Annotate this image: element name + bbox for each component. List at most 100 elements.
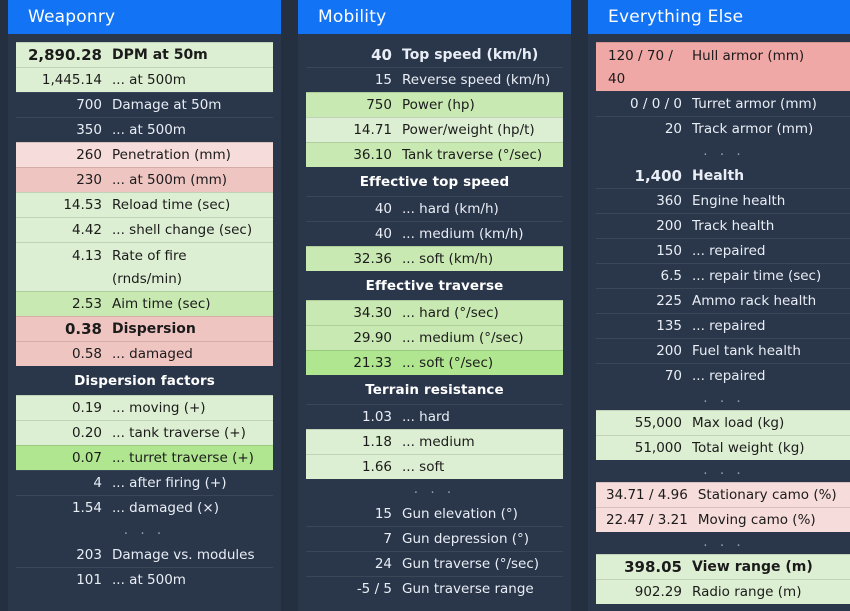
stat-row[interactable]: 902.29 Radio range (m) <box>596 579 850 604</box>
stat-row[interactable]: 2.53 Aim time (sec) <box>16 291 273 316</box>
stat-row[interactable]: -5 / 5 Gun traverse range <box>306 576 563 601</box>
stat-label: Aim time (sec) <box>112 296 211 312</box>
stat-row[interactable]: 398.05 View range (m) <box>596 554 850 579</box>
column-body: 40 Top speed (km/h) 15 Reverse speed (km/h)… <box>298 34 571 601</box>
stat-row[interactable]: 0 / 0 / 0 Turret armor (mm) <box>596 91 850 116</box>
stat-label: DPM at 50m <box>112 47 208 63</box>
column-body: 120 / 70 / 40 Hull armor (mm) 0 / 0 / 0 Tur… <box>588 34 850 604</box>
stat-label: ... hard (km/h) <box>402 201 499 217</box>
stat-row[interactable]: 29.90 ... medium (°/sec) <box>306 325 563 350</box>
stat-row[interactable]: 15 Gun elevation (°) <box>306 501 563 526</box>
stat-row[interactable]: 1.18 ... medium <box>306 429 563 454</box>
stat-value: 225 <box>656 293 682 309</box>
stat-value: 32.36 <box>353 251 392 267</box>
stat-value: 1.66 <box>361 459 392 475</box>
stat-row[interactable]: 15 Reverse speed (km/h) <box>306 67 563 92</box>
stat-row[interactable]: 36.10 Tank traverse (°/sec) <box>306 142 563 167</box>
stat-row[interactable]: 200 Fuel tank health <box>596 338 850 363</box>
stat-row[interactable]: 1.03 ... hard <box>306 404 563 429</box>
stat-row[interactable]: 2,890.28 DPM at 50m <box>16 42 273 67</box>
stat-label: Hull armor (mm) <box>692 48 805 64</box>
stat-row[interactable]: 4.42 ... shell change (sec) <box>16 217 273 242</box>
stat-row[interactable]: 6.5 ... repair time (sec) <box>596 263 850 288</box>
stat-row[interactable]: 260 Penetration (mm) <box>16 142 273 167</box>
stat-row[interactable]: 135 ... repaired <box>596 313 850 338</box>
stat-label: Reload time (sec) <box>112 197 231 213</box>
column-header-title[interactable]: Weaponry <box>8 0 281 34</box>
stat-row[interactable]: 34.30 ... hard (°/sec) <box>306 300 563 325</box>
stat-label: Stationary camo (%) <box>697 487 837 503</box>
stat-label: ... repaired <box>692 318 766 334</box>
stat-row[interactable]: 0.38 Dispersion <box>16 316 273 341</box>
stat-row[interactable]: 0.19 ... moving (+) <box>16 395 273 420</box>
stat-row[interactable]: 700 Damage at 50m <box>16 92 273 117</box>
stat-label: ... soft <box>402 459 445 475</box>
stat-row[interactable]: 360 Engine health <box>596 188 850 213</box>
stat-row[interactable]: 1,400 Health <box>596 163 850 188</box>
stat-row[interactable]: 150 ... repaired <box>596 238 850 263</box>
truncation-ellipsis: . . . <box>703 390 745 406</box>
stat-label-line-1: Rate of fire <box>112 248 187 264</box>
stat-value: 1.54 <box>71 500 102 516</box>
stat-label: Tank traverse (°/sec) <box>402 147 543 163</box>
column-header-title[interactable]: Everything Else <box>588 0 850 34</box>
stat-row[interactable]: 24 Gun traverse (°/sec) <box>306 551 563 576</box>
stat-label: ... hard (°/sec) <box>402 305 499 321</box>
stat-row[interactable]: 1,445.14 ... at 500m <box>16 67 273 92</box>
stat-label: ... at 500m <box>112 572 186 588</box>
stat-row[interactable]: 14.71 Power/weight (hp/t) <box>306 117 563 142</box>
stat-label: ... repaired <box>692 368 766 384</box>
stat-label: Health <box>692 167 745 184</box>
stat-value: 200 <box>656 343 682 359</box>
stat-value: 260 <box>76 147 102 163</box>
stat-row[interactable]: 1.66 ... soft <box>306 454 563 479</box>
stat-row[interactable]: 21.33 ... soft (°/sec) <box>306 350 563 375</box>
stat-value: 120 / 70 / 40 <box>608 48 673 87</box>
stat-row[interactable]: 0.20 ... tank traverse (+) <box>16 420 273 445</box>
section-heading: Effective traverse <box>365 278 504 294</box>
stat-row[interactable]: 225 Ammo rack health <box>596 288 850 313</box>
stat-row[interactable]: 34.71 / 4.96 Stationary camo (%) <box>596 482 850 507</box>
stat-row[interactable]: 55,000 Max load (kg) <box>596 410 850 435</box>
stat-row[interactable]: 40 ... medium (km/h) <box>306 221 563 246</box>
stat-label: ... medium (km/h) <box>402 226 524 242</box>
stat-row[interactable]: 230 ... at 500m (mm) <box>16 167 273 192</box>
stat-row[interactable]: 750 Power (hp) <box>306 92 563 117</box>
stat-label: Dispersion <box>112 321 196 337</box>
stat-label: ... turret traverse (+) <box>112 450 254 466</box>
stat-value: 21.33 <box>353 355 392 371</box>
stat-row[interactable]: 101 ... at 500m <box>16 567 273 592</box>
stat-label: ... at 500m <box>112 72 186 88</box>
stat-value: 20 <box>664 121 682 137</box>
column-header-title[interactable]: Mobility <box>298 0 571 34</box>
stat-label: Rate of fire (rnds/min) <box>112 243 273 291</box>
stat-label: ... hard <box>402 409 450 425</box>
stat-row[interactable]: 350 ... at 500m <box>16 117 273 142</box>
stat-row[interactable]: 14.53 Reload time (sec) <box>16 192 273 217</box>
stat-row[interactable]: 0.58 ... damaged <box>16 341 273 366</box>
stat-row[interactable]: 70 ... repaired <box>596 363 850 388</box>
stat-row[interactable]: 22.47 / 3.21 Moving camo (%) <box>596 507 850 532</box>
stat-value: 0.19 <box>71 400 102 416</box>
stat-row[interactable]: 20 Track armor (mm) <box>596 116 850 141</box>
stat-value: 34.30 <box>353 305 392 321</box>
tank-stats-panels: Weaponry 2,890.28 DPM at 50m 1,445.14 ... at… <box>0 0 850 611</box>
stat-label: ... medium <box>402 434 475 450</box>
stat-row[interactable]: 4 ... after firing (+) <box>16 470 273 495</box>
stat-label: Penetration (mm) <box>112 147 231 163</box>
stat-row[interactable]: 0.07 ... turret traverse (+) <box>16 445 273 470</box>
stat-row[interactable]: 200 Track health <box>596 213 850 238</box>
stat-label: View range (m) <box>692 559 813 575</box>
stat-label: ... after firing (+) <box>112 475 227 491</box>
stat-row[interactable]: 40 Top speed (km/h) <box>306 42 563 67</box>
stat-row[interactable]: 40 ... hard (km/h) <box>306 196 563 221</box>
stat-label: Gun traverse (°/sec) <box>402 556 540 572</box>
stat-row[interactable]: 7 Gun depression (°) <box>306 526 563 551</box>
stat-row[interactable]: 51,000 Total weight (kg) <box>596 435 850 460</box>
stat-row[interactable]: 1.54 ... damaged (×) <box>16 495 273 520</box>
stat-row[interactable]: 120 / 70 / 40 Hull armor (mm) <box>596 42 850 91</box>
stat-row[interactable]: 32.36 ... soft (km/h) <box>306 246 563 271</box>
stat-row[interactable]: 203 Damage vs. modules <box>16 542 273 567</box>
stat-row[interactable]: 4.13 Rate of fire (rnds/min) <box>16 242 273 291</box>
stat-label: ... repaired <box>692 243 766 259</box>
